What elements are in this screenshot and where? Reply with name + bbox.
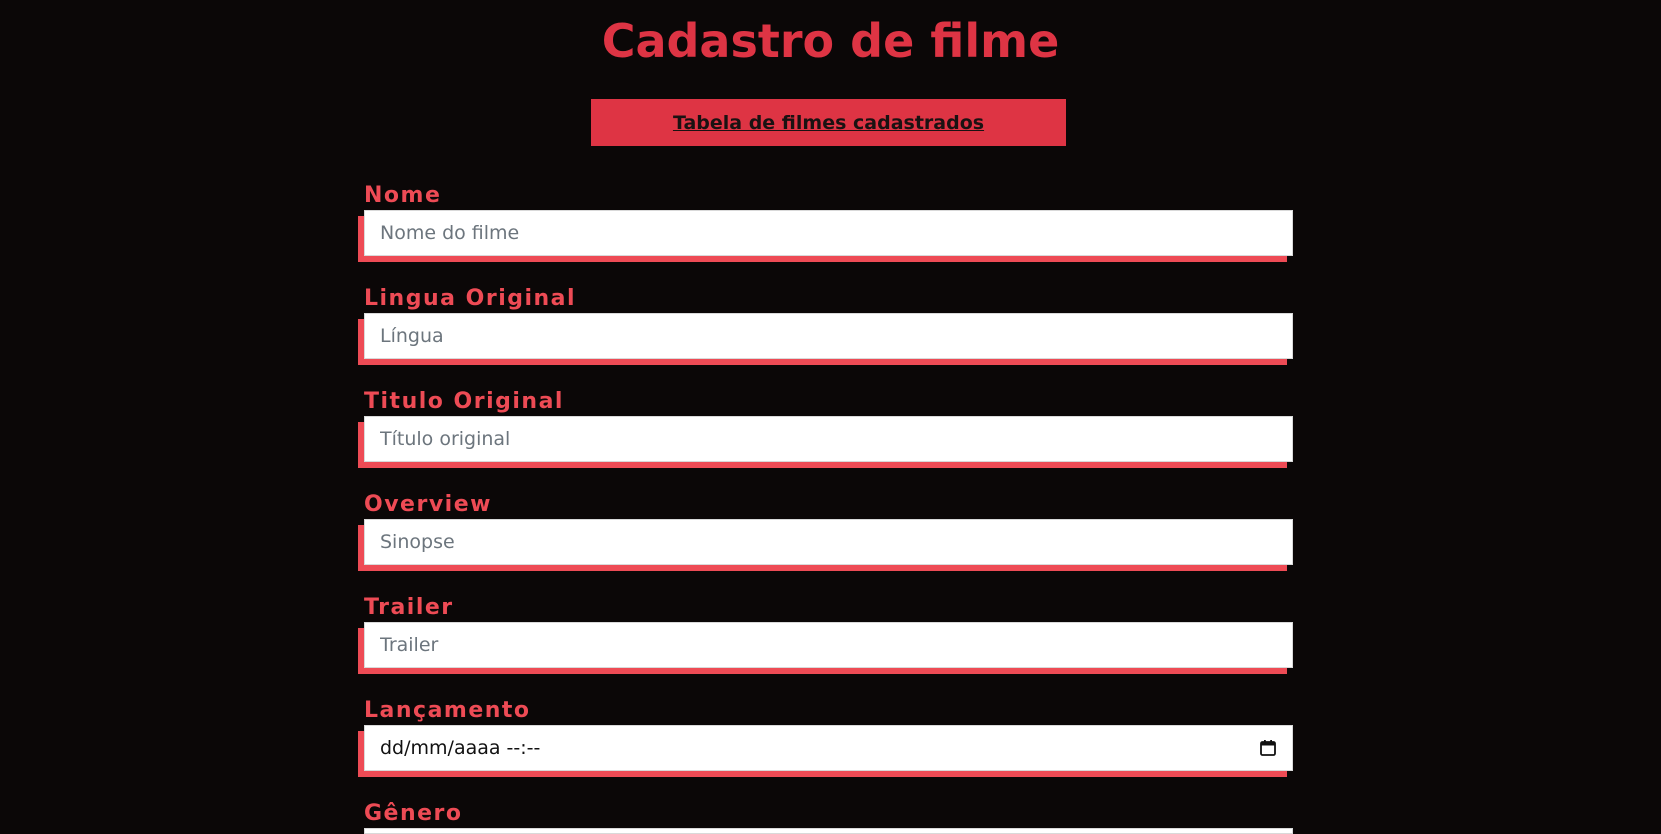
nome-label: Nome [364, 183, 442, 208]
trailer-input[interactable] [364, 622, 1293, 668]
titulo-input[interactable] [364, 416, 1293, 462]
lingua-original-label: Lingua Original [364, 286, 577, 311]
page-title: Cadastro de filme [601, 14, 1060, 68]
table-link-button[interactable]: Tabela de filmes cadastrados [591, 99, 1066, 146]
overview-label: Overview [364, 492, 492, 517]
movie-registration-page: Cadastro de filme Tabela de filmes cadas… [0, 0, 1661, 834]
table-link[interactable]: Tabela de filmes cadastrados [673, 112, 984, 134]
genero-label: Gênero [364, 801, 463, 826]
titulo-original-label: Titulo Original [364, 389, 564, 414]
genero-input[interactable] [364, 828, 1293, 834]
lingua-input[interactable] [364, 313, 1293, 359]
calendar-icon[interactable] [1259, 739, 1277, 757]
overview-input[interactable] [364, 519, 1293, 565]
nome-input[interactable] [364, 210, 1293, 256]
lancamento-datetime-value: dd/mm/aaaa --:-- [380, 737, 541, 759]
lancamento-label: Lançamento [364, 698, 531, 723]
trailer-label: Trailer [364, 595, 454, 620]
lancamento-datetime-input[interactable]: dd/mm/aaaa --:-- [364, 725, 1293, 771]
